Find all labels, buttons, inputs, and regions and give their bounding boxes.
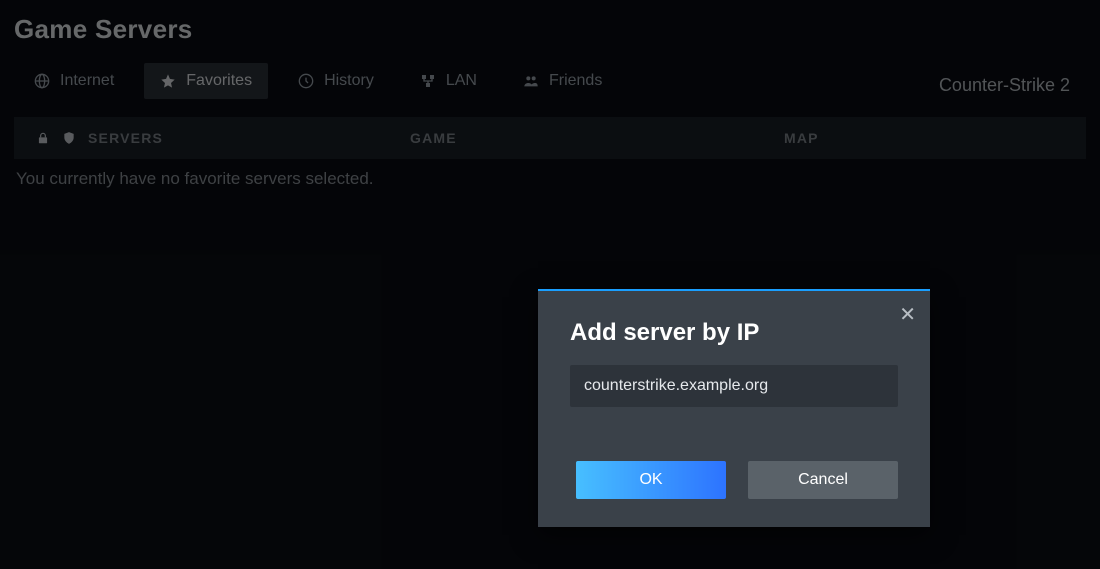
column-game[interactable]: GAME: [410, 130, 770, 146]
clock-icon: [298, 73, 314, 89]
tab-label: Friends: [549, 72, 602, 90]
tab-internet[interactable]: Internet: [18, 63, 130, 99]
tab-label: History: [324, 72, 374, 90]
close-icon[interactable]: ✕: [899, 305, 916, 325]
tab-label: LAN: [446, 72, 477, 90]
tab-favorites[interactable]: Favorites: [144, 63, 268, 99]
shield-icon: [62, 131, 76, 145]
modal-title: Add server by IP: [570, 319, 898, 347]
ok-button[interactable]: OK: [576, 461, 726, 499]
friends-icon: [523, 73, 539, 89]
tab-friends[interactable]: Friends: [507, 63, 618, 99]
column-map[interactable]: MAP: [784, 130, 1070, 146]
add-server-modal: ✕ Add server by IP OK Cancel: [538, 289, 930, 527]
page-title: Game Servers: [14, 14, 1086, 45]
globe-icon: [34, 73, 50, 89]
tab-history[interactable]: History: [282, 63, 390, 99]
tab-lan[interactable]: LAN: [404, 63, 493, 99]
tab-label: Internet: [60, 72, 114, 90]
server-list-header: SERVERS GAME MAP: [14, 117, 1086, 159]
game-filter-dropdown[interactable]: Counter-Strike 2: [923, 65, 1086, 106]
network-icon: [420, 73, 436, 89]
cancel-button[interactable]: Cancel: [748, 461, 898, 499]
column-servers[interactable]: SERVERS: [88, 130, 163, 146]
star-icon: [160, 73, 176, 89]
empty-state-message: You currently have no favorite servers s…: [14, 159, 1086, 199]
lock-icon: [36, 131, 50, 145]
server-ip-input[interactable]: [570, 365, 898, 407]
tab-label: Favorites: [186, 72, 252, 90]
